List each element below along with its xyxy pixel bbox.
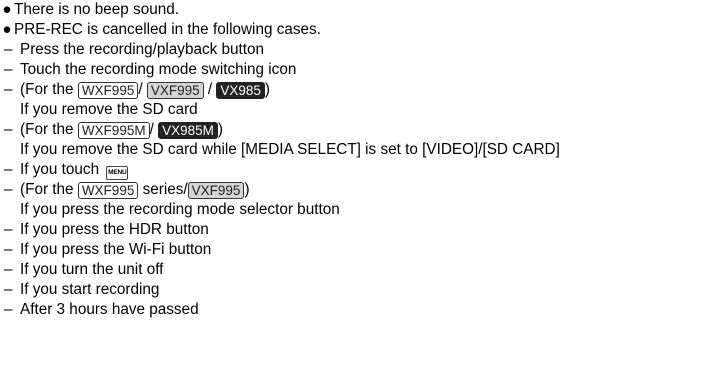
dash-glyph: – (4, 81, 13, 98)
case-text: Touch the recording mode switching icon (20, 61, 297, 78)
bullet-item-prerec-cancelled: ● PRE-REC is cancelled in the following c… (0, 20, 321, 40)
model-badge-vxf995: VXF995 (187, 182, 245, 199)
case-text: If you press the recording mode selector… (20, 201, 340, 218)
case-text: If you press the HDR button (20, 221, 209, 238)
bullet-text: There is no beep sound. (14, 1, 179, 18)
case-text: If you press the Wi-Fi button (20, 241, 212, 258)
dash-glyph: – (4, 281, 13, 298)
dash-glyph: – (4, 301, 13, 318)
bullet-glyph: ● (2, 21, 12, 38)
case-touch-menu: – If you touch MENU (0, 160, 129, 180)
case-press-hdr: – If you press the HDR button (0, 220, 209, 240)
case-turn-off: – If you turn the unit off (0, 260, 163, 280)
case-remove-sd-media-select: If you remove the SD card while [MEDIA S… (20, 140, 560, 160)
model-badge-wxf995: WXF995 (77, 82, 139, 99)
case-model-note-2: – (For the WXF995M / VX985M) (0, 120, 223, 140)
slash: / (149, 121, 154, 138)
bullet-item-no-beep: ● There is no beep sound. (0, 0, 179, 20)
case-three-hours: – After 3 hours have passed (0, 300, 199, 320)
dash-glyph: – (4, 161, 13, 178)
case-touch-mode-icon: – Touch the recording mode switching icon (0, 60, 296, 80)
case-text: If you remove the SD card while [MEDIA S… (20, 141, 560, 158)
model-badge-wxf995m: WXF995M (77, 122, 150, 139)
model-badge-vx985: VX985 (216, 82, 265, 99)
dash-glyph: – (4, 41, 13, 58)
close-paren: ) (244, 181, 250, 198)
case-remove-sd: If you remove the SD card (20, 100, 198, 120)
slash: / (138, 81, 143, 98)
case-text: After 3 hours have passed (20, 301, 199, 318)
close-paren: ) (264, 81, 271, 98)
case-text: (For the (20, 81, 78, 98)
bullet-glyph: ● (2, 1, 12, 18)
case-press-rec-button: – Press the recording/playback button (0, 40, 264, 60)
series-text: series/ (138, 181, 188, 198)
dash-glyph: – (4, 61, 13, 78)
case-text: (For the (20, 181, 78, 198)
case-text: If you touch (20, 161, 104, 178)
case-text: (For the (20, 121, 78, 138)
case-text: If you turn the unit off (20, 261, 164, 278)
dash-glyph: – (4, 181, 13, 198)
case-text: If you remove the SD card (20, 101, 198, 118)
bullet-text: PRE-REC is cancelled in the following ca… (14, 21, 321, 38)
close-paren: ) (217, 121, 223, 138)
dash-glyph: – (4, 261, 13, 278)
case-text: If you start recording (20, 281, 160, 298)
model-badge-wxf995: WXF995 (77, 182, 139, 199)
case-start-recording: – If you start recording (0, 280, 159, 300)
case-text: Press the recording/playback button (20, 41, 265, 58)
menu-icon: MENU (106, 166, 129, 180)
dash-glyph: – (4, 121, 13, 138)
model-badge-vx985m: VX985M (158, 122, 218, 139)
dash-glyph: – (4, 241, 13, 258)
dash-glyph: – (4, 221, 13, 238)
slash: / (207, 81, 213, 98)
case-press-mode-selector: If you press the recording mode selector… (20, 200, 340, 220)
case-model-note-3: – (For the WXF995 series/VXF995) (0, 180, 250, 200)
model-badge-vxf995: VXF995 (146, 82, 204, 99)
case-model-note-1: – (For the WXF995/ VXF995 / VX985) (0, 80, 270, 100)
case-press-wifi: – If you press the Wi-Fi button (0, 240, 211, 260)
